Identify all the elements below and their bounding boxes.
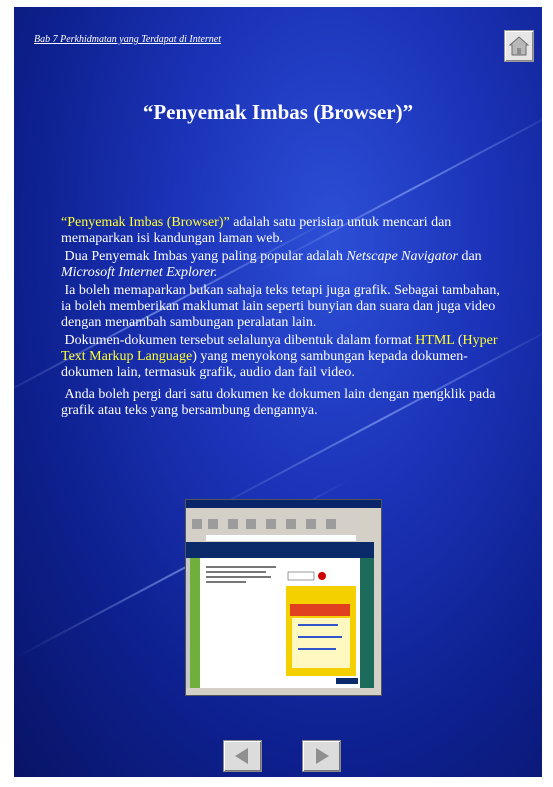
paragraph-text: Ia boleh memaparkan bukan sahaja teks te… (61, 283, 500, 330)
page-title: “Penyemak Imbas (Browser)” (142, 100, 414, 124)
paragraph-popular: Dua Penyemak Imbas yang paling popular a… (61, 249, 511, 281)
term-browser: “Penyemak Imbas (Browser)” (61, 215, 230, 230)
next-slide-button[interactable] (302, 740, 341, 772)
paragraph-text: Dua Penyemak Imbas yang paling popular a… (64, 249, 347, 264)
paragraph-graphics: Ia boleh memaparkan bukan sahaja teks te… (61, 283, 511, 331)
term-netscape: Netscape Navigator (346, 249, 458, 264)
paragraph-text: Dokumen-dokumen tersebut selalunya diben… (64, 333, 416, 348)
browser-screenshot-image (185, 499, 382, 696)
paragraph-text: ( (454, 333, 463, 348)
term-html: HTML (415, 333, 455, 348)
paragraph-definition: “Penyemak Imbas (Browser)” adalah satu p… (61, 215, 511, 247)
paragraph-text: Anda boleh pergi dari satu dokumen ke do… (61, 387, 496, 418)
chapter-link[interactable]: Bab 7 Perkhidmatan yang Terdapat di Inte… (34, 34, 221, 45)
paragraph-text: dan (457, 249, 482, 264)
content-body: “Penyemak Imbas (Browser)” adalah satu p… (61, 215, 511, 419)
previous-slide-button[interactable] (223, 740, 262, 772)
paragraph-navigation: Anda boleh pergi dari satu dokumen ke do… (61, 387, 511, 419)
slide: Bab 7 Perkhidmatan yang Terdapat di Inte… (14, 7, 542, 777)
paragraph-html: Dokumen-dokumen tersebut selalunya diben… (61, 333, 511, 381)
arrow-left-icon (235, 748, 248, 764)
term-ie: Microsoft Internet Explorer. (61, 265, 218, 280)
home-icon (508, 36, 530, 56)
home-button[interactable] (504, 30, 534, 62)
arrow-right-icon (316, 748, 329, 764)
browser-window-illustration (186, 500, 381, 695)
